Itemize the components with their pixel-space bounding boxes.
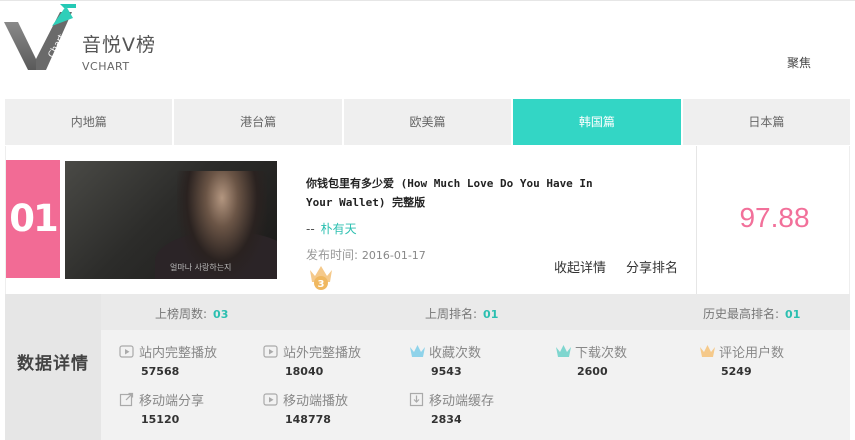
metric-label: 收藏次数 xyxy=(429,345,482,361)
metric-label: 移动端缓存 xyxy=(429,393,495,409)
vchart-logo[interactable]: Chart xyxy=(2,4,77,72)
metric-value: 18040 xyxy=(285,365,324,378)
highest-rank: 历史最高排名: 01 xyxy=(703,305,800,322)
last-week-rank: 上周排名: 01 xyxy=(425,305,498,322)
tab-korea[interactable]: 韩国篇 xyxy=(513,99,683,145)
tab-hk-tw[interactable]: 港台篇 xyxy=(174,99,344,145)
crown-icon xyxy=(409,344,425,359)
crown-icon xyxy=(555,344,571,359)
tab-mainland[interactable]: 内地篇 xyxy=(5,99,175,145)
crown-badge-number: 3 xyxy=(318,279,325,290)
metric-value: 9543 xyxy=(431,365,462,378)
score-value: 97.88 xyxy=(739,202,810,233)
header: Chart 音悦V榜 VCHART 聚焦 xyxy=(0,0,855,100)
metric-value: 2600 xyxy=(577,365,608,378)
metric-commenters: 评论用户数 5249 xyxy=(699,342,839,378)
share-icon xyxy=(119,392,134,407)
last-week-rank-value: 01 xyxy=(483,308,499,321)
stats-summary-row: 上榜周数: 03 上周排名: 01 历史最高排名: 01 xyxy=(101,294,850,330)
metric-label: 站外完整播放 xyxy=(283,345,362,361)
brand: 音悦V榜 VCHART xyxy=(82,30,156,73)
metric-value: 2834 xyxy=(431,413,462,426)
metric-label: 下载次数 xyxy=(575,345,628,361)
metric-value: 5249 xyxy=(721,365,752,378)
play-icon xyxy=(119,344,134,359)
metric-favorites: 收藏次数 9543 xyxy=(409,342,549,378)
rank-number: 01 xyxy=(6,160,60,278)
brand-subtitle: VCHART xyxy=(82,60,130,73)
metric-site-full-play: 站内完整播放 57568 xyxy=(119,342,259,378)
play-icon xyxy=(263,344,278,359)
tab-western[interactable]: 欧美篇 xyxy=(344,99,514,145)
release-info: 发布时间: 2016-01-17 xyxy=(306,246,426,263)
metric-label: 站内完整播放 xyxy=(139,345,218,361)
region-tabs: 内地篇 港台篇 欧美篇 韩国篇 日本篇 xyxy=(5,99,850,145)
last-week-rank-label: 上周排名: xyxy=(425,307,478,321)
metric-mobile-cache: 移动端缓存 2834 xyxy=(409,390,549,426)
top-divider xyxy=(0,0,855,1)
metric-offsite-full-play: 站外完整播放 18040 xyxy=(263,342,403,378)
metric-label: 移动端播放 xyxy=(283,393,349,409)
weeks-on-chart-value: 03 xyxy=(213,308,229,321)
artist-prefix: -- xyxy=(306,222,315,236)
metric-value: 57568 xyxy=(141,365,180,378)
download-icon xyxy=(409,392,424,407)
chart-entry-card: 01 얼마나 사랑하는지 你钱包里有多少爱 (How Much Love Do … xyxy=(5,146,850,294)
crown-icon xyxy=(699,344,715,359)
release-date: 2016-01-17 xyxy=(361,249,426,262)
data-details-title: 数据详情 xyxy=(5,294,101,440)
crown-badge-icon: 3 xyxy=(308,264,334,292)
weeks-on-chart-label: 上榜周数: xyxy=(155,307,208,321)
tab-japan[interactable]: 日本篇 xyxy=(683,99,850,145)
mv-thumbnail[interactable]: 얼마나 사랑하는지 xyxy=(65,161,277,279)
play-icon xyxy=(263,392,278,407)
data-details: 数据详情 上榜周数: 03 上周排名: 01 历史最高排名: 01 站内完整播放 57… xyxy=(5,294,850,440)
highest-rank-label: 历史最高排名: xyxy=(703,307,780,321)
metric-value: 15120 xyxy=(141,413,180,426)
song-title[interactable]: 你钱包里有多少爱 (How Much Love Do You Have In Y… xyxy=(306,174,606,212)
brand-title: 音悦V榜 xyxy=(82,34,156,56)
metric-mobile-share: 移动端分享 15120 xyxy=(119,390,259,426)
metric-value: 148778 xyxy=(285,413,331,426)
thumb-caption: 얼마나 사랑하는지 xyxy=(170,263,232,272)
release-label: 发布时间: xyxy=(306,248,359,262)
metric-label: 移动端分享 xyxy=(139,393,205,409)
highest-rank-value: 01 xyxy=(785,308,801,321)
metric-label: 评论用户数 xyxy=(719,345,785,361)
metric-downloads: 下载次数 2600 xyxy=(555,342,695,378)
metric-mobile-play: 移动端播放 148778 xyxy=(263,390,403,426)
weeks-on-chart: 上榜周数: 03 xyxy=(155,305,228,322)
collapse-details-button[interactable]: 收起详情 xyxy=(554,257,606,276)
artist-link[interactable]: 朴有天 xyxy=(321,222,357,236)
artist-row: -- 朴有天 xyxy=(306,220,357,237)
share-rank-button[interactable]: 分享排名 xyxy=(626,257,678,276)
score-panel: 97.88 xyxy=(696,146,851,294)
focus-link[interactable]: 聚焦 xyxy=(787,54,811,71)
